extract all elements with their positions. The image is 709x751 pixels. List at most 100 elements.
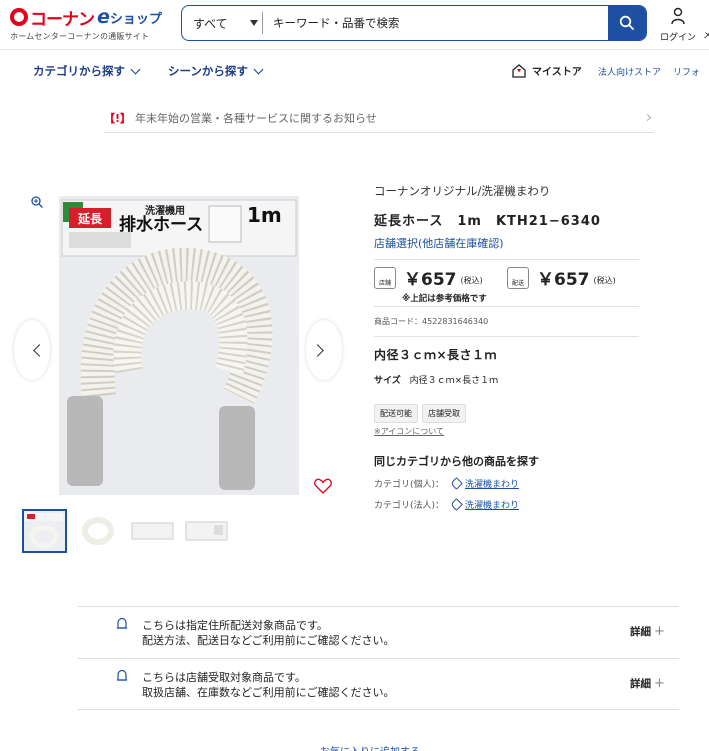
spec-title: 内径３ｃｍ×長さ１ｍ: [374, 348, 498, 362]
chevron-down-icon: [130, 64, 141, 74]
mystore-label: マイストア: [532, 67, 582, 78]
delivery-price: 配送 ￥657 (税込): [507, 265, 616, 290]
thumbnail-image: [130, 509, 175, 553]
pkg-length: 1m: [247, 203, 282, 227]
badge-delivery: 配送可能: [374, 404, 418, 423]
thumbnail-2[interactable]: [76, 509, 121, 553]
plus-icon: +: [654, 624, 665, 639]
scene-menu[interactable]: シーンから探す: [168, 63, 264, 79]
product-info: コーナンオリジナル/洗濯機まわり 延長ホース 1m KTH21−6340 店舗選…: [374, 183, 704, 511]
price-note: ※上記は参考価格です: [402, 294, 487, 304]
zoom-icon[interactable]: [30, 195, 44, 209]
search-bar: すべて: [181, 5, 647, 41]
truck-icon: 配送: [507, 266, 529, 289]
chevron-down-icon: [253, 64, 264, 74]
detail-button[interactable]: 詳細 +: [630, 624, 665, 639]
logo-subtitle: ホームセンターコーナンの通販サイト: [10, 32, 150, 41]
pickup-info-line1: こちらは店舗受取対象商品です。: [142, 671, 306, 684]
divider: [374, 336, 639, 337]
product-main-image[interactable]: 延長 洗濯機用 排水ホース 1m: [59, 196, 299, 495]
same-category-title: 同じカテゴリから他の商品を探す: [374, 455, 539, 468]
thumbnail-1[interactable]: [22, 509, 67, 553]
reform-link[interactable]: リフォ: [673, 68, 700, 78]
search-icon: [619, 15, 634, 30]
add-favorite-link[interactable]: お気に入りに追加する: [320, 743, 420, 751]
prev-image-button[interactable]: [14, 320, 50, 380]
store-icon: [512, 63, 526, 78]
search-button[interactable]: [608, 6, 646, 40]
logo-shop: ショップ: [109, 11, 162, 27]
category-business-label: カテゴリ(法人)：: [374, 501, 445, 511]
delivery-price-tax: (税込): [593, 276, 616, 285]
logo-brand: コーナン: [30, 9, 95, 30]
product-code: 商品コード：4522831646340: [374, 317, 489, 326]
icon-about-link[interactable]: ※アイコンについて: [374, 426, 704, 437]
mystore-link[interactable]: マイストア: [512, 63, 582, 78]
delivery-info-line2: 配送方法、配送日などご利用前にご確認ください。: [142, 634, 395, 647]
store-price-value: ￥657: [404, 270, 457, 290]
detail-button[interactable]: 詳細 +: [630, 676, 665, 691]
thumbnail-list: [22, 509, 238, 553]
store-icon: 店舗: [374, 266, 396, 289]
business-store-link[interactable]: 法人向けストア: [598, 68, 661, 78]
chevron-left-icon: [32, 343, 46, 357]
search-input[interactable]: [263, 6, 608, 40]
delivery-icon-label: 配送: [511, 279, 524, 287]
plus-icon: +: [654, 676, 665, 691]
notice-tag: 【!】: [104, 111, 132, 125]
store-price: 店舗 ￥657 (税込): [374, 265, 483, 290]
pickup-info-row[interactable]: こちらは店舗受取対象商品です。 取扱店舗、在庫数などご利用前にご確認ください。 …: [78, 658, 679, 710]
menu-label-cut[interactable]: メ: [703, 28, 709, 41]
scene-menu-label: シーンから探す: [168, 64, 248, 78]
thumbnail-4[interactable]: [184, 509, 229, 553]
search-category-value: すべて: [193, 16, 228, 31]
store-icon-label: 店舗: [378, 279, 391, 287]
user-icon: [671, 7, 685, 25]
service-badges: 配送可能 店舗受取: [374, 404, 704, 423]
category-menu[interactable]: カテゴリから探す: [33, 63, 141, 79]
delivery-info-row[interactable]: こちらは指定住所配送対象商品です。 配送方法、配送日などご利用前にご確認ください…: [78, 606, 679, 658]
bell-icon: [117, 617, 127, 629]
detail-label: 詳細: [630, 678, 651, 690]
detail-label: 詳細: [630, 626, 651, 638]
size-value: 内径３ｃｍ×長さ１ｍ: [409, 376, 499, 386]
price-box: 店舗 ￥657 (税込) 配送 ￥657 (税込) ※上記は参考価格です: [374, 259, 639, 307]
pkg-badge: 延長: [77, 211, 103, 226]
hose-package-image: 延長 洗濯機用 排水ホース 1m: [59, 196, 299, 495]
tag-icon: [450, 498, 463, 511]
thumbnail-3[interactable]: [130, 509, 175, 553]
pkg-name: 排水ホース: [119, 214, 203, 235]
logo-e: e: [97, 6, 110, 28]
thumbnail-image: [24, 511, 65, 551]
thumbnail-image: [76, 509, 121, 553]
login-label: ログイン: [659, 33, 696, 43]
pickup-info-line2: 取扱店舗、在庫数などご利用前にご確認ください。: [142, 686, 395, 699]
size-row: サイズ 内径３ｃｍ×長さ１ｍ: [374, 373, 704, 386]
login-button[interactable]: ログイン: [658, 7, 698, 43]
store-select-link[interactable]: 店舗選択(他店舗在庫確認): [374, 235, 704, 251]
chevron-right-icon: [643, 113, 652, 122]
notice-text: 年末年始の営業・各種サービスに関するお知らせ: [135, 111, 377, 125]
next-image-button[interactable]: [306, 320, 342, 380]
site-logo[interactable]: コーナン e ショップ ホームセンターコーナンの通販サイト: [10, 6, 175, 44]
thumbnail-image: [184, 509, 229, 553]
category-personal-link[interactable]: 洗濯機まわり: [465, 477, 519, 490]
chevron-right-icon: [310, 343, 324, 357]
logo-mark-icon: [10, 8, 28, 26]
nav-row: カテゴリから探す シーンから探す マイストア 法人向けストア リフォ: [0, 52, 709, 90]
category-business-link[interactable]: 洗濯機まわり: [465, 498, 519, 511]
product-title: 延長ホース 1m KTH21−6340: [374, 214, 601, 229]
category-personal-row: カテゴリ(個人)： 洗濯機まわり: [374, 477, 704, 490]
notice-banner[interactable]: 【!】 年末年始の営業・各種サービスに関するお知らせ: [104, 103, 654, 133]
bell-icon: [117, 669, 127, 681]
category-menu-label: カテゴリから探す: [33, 64, 125, 78]
heart-icon[interactable]: [314, 478, 332, 494]
caret-down-icon: [250, 20, 258, 26]
tag-icon: [450, 477, 463, 490]
category-personal-label: カテゴリ(個人)：: [374, 480, 445, 490]
search-category-select[interactable]: すべて: [182, 6, 262, 40]
product-brand: コーナンオリジナル/洗濯機まわり: [374, 184, 551, 198]
size-label: サイズ: [374, 376, 401, 386]
category-business-row: カテゴリ(法人)： 洗濯機まわり: [374, 498, 704, 511]
badge-store-pickup: 店舗受取: [422, 404, 466, 423]
